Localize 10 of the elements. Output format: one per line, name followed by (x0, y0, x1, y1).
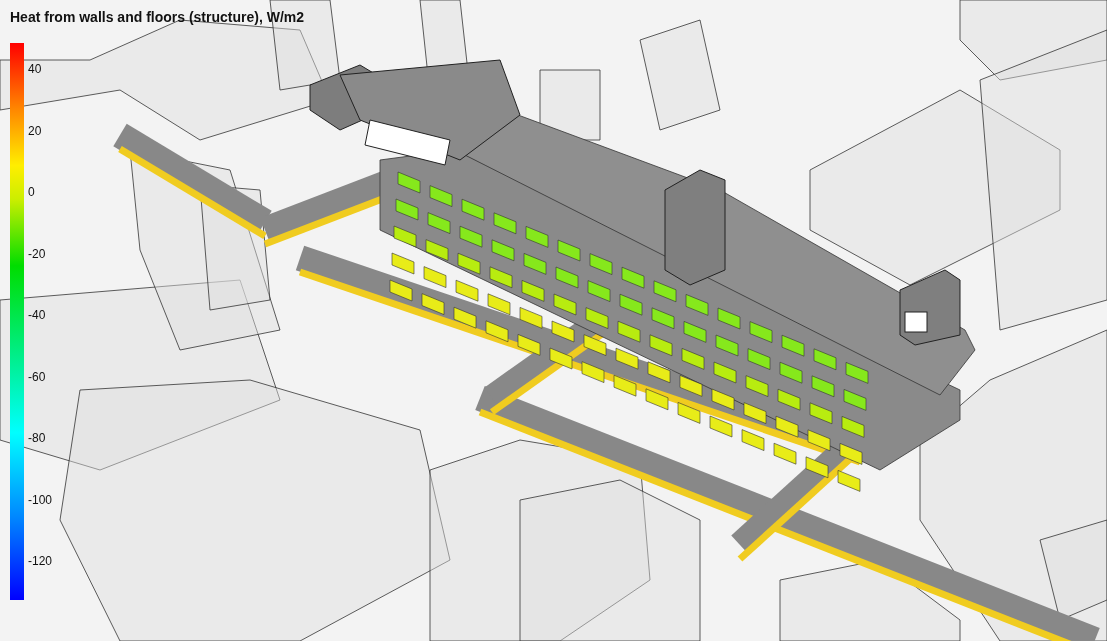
scale-label: 40 (28, 62, 43, 78)
scale-label: -80 (28, 431, 47, 447)
scale-label: 0 (28, 185, 36, 201)
chart-title: Heat from walls and floors (structure), W/m2 (10, 9, 305, 25)
scale-label: -120 (28, 554, 53, 570)
scale-label: -100 (28, 492, 53, 509)
scale-label: 20 (28, 123, 43, 140)
scale-label: -60 (28, 369, 47, 386)
scale-label: -20 (28, 246, 47, 263)
scale-label: -40 (28, 308, 47, 324)
